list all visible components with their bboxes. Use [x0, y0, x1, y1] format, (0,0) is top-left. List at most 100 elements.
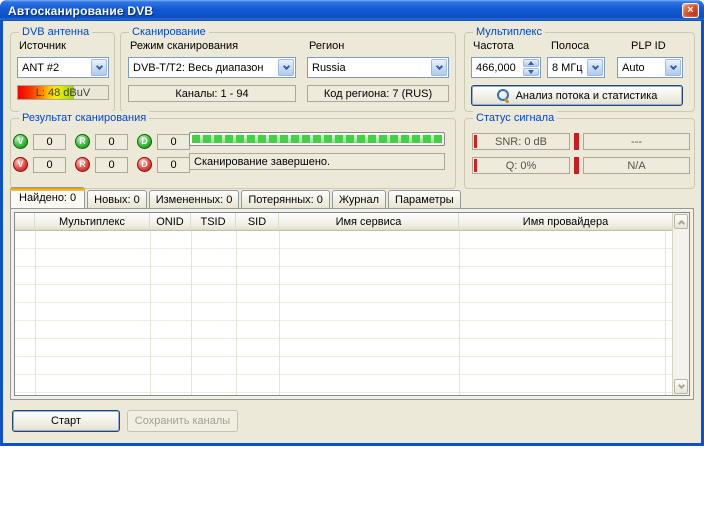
scan-status-text: Сканирование завершено.	[189, 153, 445, 170]
snr-value: ---	[631, 136, 642, 148]
channels-table: Мультиплекс ONID TSID SID Имя сервиса Им…	[14, 212, 690, 396]
group-scan-result-title: Результат сканирования	[19, 111, 149, 125]
quality-level-tick	[474, 159, 477, 172]
column-header-provider-name[interactable]: Имя провайдера	[459, 213, 672, 230]
chevron-down-icon[interactable]	[587, 59, 603, 76]
frequency-input[interactable]: 466,000	[471, 57, 541, 78]
spin-up-button[interactable]	[523, 59, 539, 67]
close-icon: ×	[687, 5, 693, 16]
indicator-r-found: R 0	[75, 133, 128, 150]
chevron-glyph	[95, 62, 102, 69]
column-header-onid[interactable]: ONID	[150, 213, 191, 230]
signal-level-text: L: 48 dBuV	[18, 86, 108, 99]
spin-down-button[interactable]	[523, 68, 539, 76]
window-title: Автосканирование DVB	[0, 4, 153, 18]
chevron-down-icon[interactable]	[91, 59, 107, 76]
group-signal-status-title: Статус сигнала	[473, 111, 557, 125]
count-r-found: 0	[95, 134, 128, 150]
red-circle-v-icon: V	[13, 157, 28, 172]
column-separator	[236, 231, 237, 395]
save-channels-label: Сохранить каналы	[135, 415, 230, 427]
plp-id-value: Auto	[618, 62, 664, 74]
quality-value-box: N/A	[583, 157, 690, 174]
column-separator	[665, 231, 666, 395]
region-select[interactable]: Russia	[307, 57, 449, 78]
tab-panel-found: Мультиплекс ONID TSID SID Имя сервиса Им…	[10, 208, 694, 400]
green-circle-v-icon: V	[13, 134, 28, 149]
chevron-glyph	[669, 62, 676, 69]
column-header-tsid[interactable]: TSID	[191, 213, 236, 230]
group-scanning-title: Сканирование	[129, 25, 209, 39]
group-scan-result: Результат сканирования V 0 R 0 D 0 V 0 R…	[10, 118, 456, 189]
group-signal-status: Статус сигнала SNR: 0 dB --- Q: 0% N/A	[464, 118, 695, 189]
tab-found[interactable]: Найдено: 0	[10, 187, 85, 208]
column-header-sid[interactable]: SID	[236, 213, 279, 230]
analyze-stream-button[interactable]: Анализ потока и статистика	[471, 85, 683, 106]
indicator-d-lost: D 0	[137, 156, 190, 173]
count-d-lost: 0	[157, 157, 190, 173]
source-value: ANT #2	[18, 62, 90, 74]
source-select[interactable]: ANT #2	[17, 57, 109, 78]
signal-level-meter: L: 48 dBuV	[17, 85, 109, 100]
tab-parameters[interactable]: Параметры	[388, 190, 461, 208]
column-separator	[459, 231, 460, 395]
tab-lost[interactable]: Потерянных: 0	[241, 190, 330, 208]
band-select[interactable]: 8 МГц	[547, 57, 605, 78]
green-circle-r-icon: R	[75, 134, 90, 149]
band-value: 8 МГц	[548, 62, 586, 74]
chevron-down-icon[interactable]	[431, 59, 447, 76]
quality-red-marker	[574, 157, 579, 174]
chevron-glyph	[435, 62, 442, 69]
column-separator	[279, 231, 280, 395]
group-multiplex: Мультиплекс Частота Полоса PLP ID 466,00…	[464, 32, 695, 112]
frequency-value: 466,000	[472, 58, 522, 77]
region-label: Регион	[309, 40, 344, 52]
analyze-stream-label: Анализ потока и статистика	[516, 90, 658, 102]
scan-mode-select[interactable]: DVB-T/T2: Весь диапазон	[128, 57, 296, 78]
tab-log[interactable]: Журнал	[332, 190, 386, 208]
frequency-spinner	[523, 59, 539, 76]
column-header-service-name[interactable]: Имя сервиса	[279, 213, 459, 230]
group-multiplex-title: Мультиплекс	[473, 25, 545, 39]
quality-label: Q: 0%	[506, 160, 537, 172]
indicator-v-found: V 0	[13, 133, 66, 150]
scan-progress-bar	[189, 132, 445, 146]
chevron-down-icon[interactable]	[665, 59, 681, 76]
indicator-v-lost: V 0	[13, 156, 66, 173]
red-circle-d-icon: D	[137, 157, 152, 172]
group-dvb-antenna-title: DVB антенна	[19, 25, 92, 39]
scan-mode-value: DVB-T/T2: Весь диапазон	[129, 62, 277, 74]
column-header-multiplex[interactable]: Мультиплекс	[35, 213, 150, 230]
chevron-up-icon	[677, 219, 684, 226]
count-v-found: 0	[33, 134, 66, 150]
group-dvb-antenna: DVB антенна Источник ANT #2 L: 48 dBuV	[10, 32, 115, 112]
plp-id-select[interactable]: Auto	[617, 57, 683, 78]
indicator-r-lost: R 0	[75, 156, 128, 173]
snr-level-tick	[474, 135, 477, 148]
progress-fill	[192, 135, 442, 143]
quality-meter: Q: 0%	[472, 157, 570, 174]
snr-value-box: ---	[583, 133, 690, 150]
red-circle-r-icon: R	[75, 157, 90, 172]
column-separator	[35, 231, 36, 395]
scroll-down-button[interactable]	[674, 379, 688, 394]
chevron-glyph	[591, 62, 598, 69]
column-separator	[191, 231, 192, 395]
tab-changed[interactable]: Измененных: 0	[149, 190, 240, 208]
chevron-down-icon[interactable]	[278, 59, 294, 76]
close-button[interactable]: ×	[682, 3, 699, 18]
source-label: Источник	[19, 40, 66, 52]
column-header-icon[interactable]	[15, 213, 35, 230]
count-v-lost: 0	[33, 157, 66, 173]
green-circle-d-icon: D	[137, 134, 152, 149]
snr-meter: SNR: 0 dB	[472, 133, 570, 150]
scroll-up-button[interactable]	[674, 214, 688, 229]
tab-new[interactable]: Новых: 0	[87, 190, 147, 208]
channels-info: Каналы: 1 - 94	[128, 85, 296, 102]
vertical-scrollbar[interactable]	[672, 213, 689, 395]
scan-mode-label: Режим сканирования	[130, 40, 238, 52]
plp-id-label: PLP ID	[631, 40, 666, 52]
chevron-glyph	[282, 62, 289, 69]
start-button[interactable]: Старт	[12, 410, 120, 432]
save-channels-button: Сохранить каналы	[127, 410, 238, 432]
